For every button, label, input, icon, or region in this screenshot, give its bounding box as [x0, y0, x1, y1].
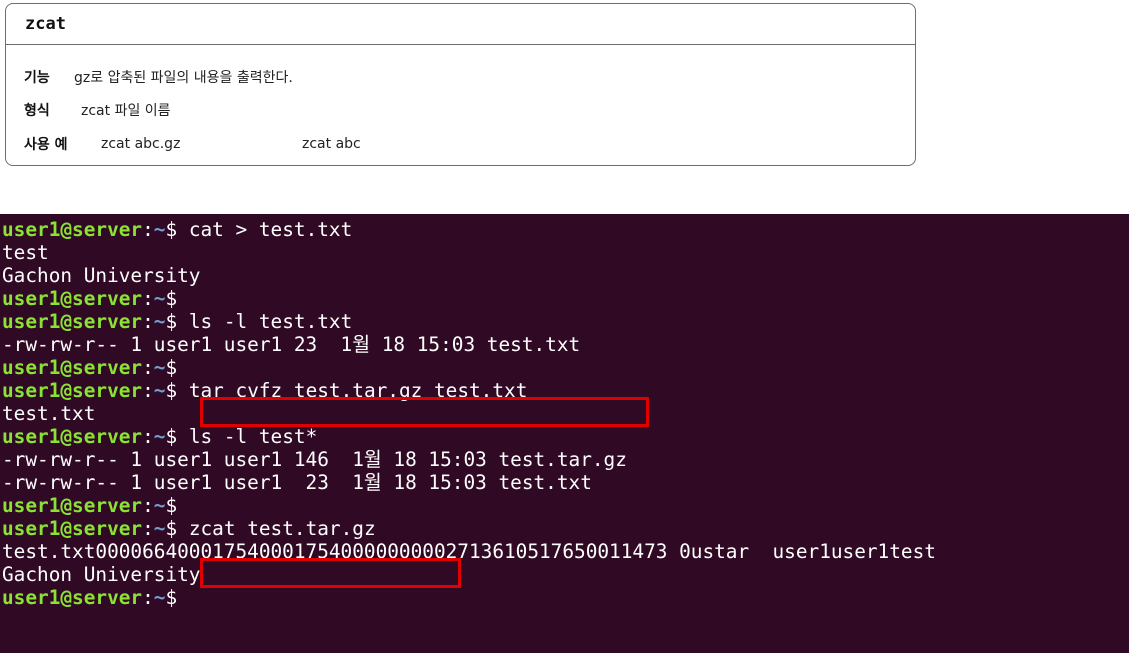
example-value-2-row: zcat abc — [302, 134, 361, 154]
output-text: test.txt00006640001754000175400000000027… — [2, 540, 936, 563]
prompt-colon: : — [142, 517, 154, 540]
prompt-colon: : — [142, 379, 154, 402]
prompt-colon: : — [142, 356, 154, 379]
command-text: ls -l test.txt — [177, 310, 353, 333]
prompt-sign: $ — [165, 379, 178, 402]
prompt-path: ~ — [153, 287, 166, 310]
terminal-output-line: -rw-rw-r-- 1 user1 user1 23 1월 18 15:03 … — [2, 333, 580, 356]
terminal-output-line: test.txt00006640001754000175400000000027… — [2, 540, 936, 563]
prompt-path: ~ — [153, 379, 166, 402]
command-text: zcat test.tar.gz — [177, 517, 376, 540]
output-text: Gachon University — [2, 563, 201, 586]
example-label: 사용 예 — [24, 137, 68, 153]
prompt-user: user1@server — [2, 517, 143, 540]
prompt-sign: $ — [165, 425, 178, 448]
output-text: test.txt — [2, 402, 96, 425]
command-reference-box: zcat 기능 gz로 압축된 파일의 내용을 출력한다. 형식 zcat 파일… — [5, 3, 916, 166]
prompt-colon: : — [142, 287, 154, 310]
prompt-sign: $ — [165, 310, 178, 333]
terminal-output-line: Gachon University — [2, 563, 200, 586]
format-value: zcat 파일 이름 — [81, 103, 171, 119]
function-row: 기능 gz로 압축된 파일의 내용을 출력한다. — [24, 67, 293, 87]
terminal-output-line: -rw-rw-r-- 1 user1 user1 23 1월 18 15:03 … — [2, 471, 592, 494]
highlight-zcat-command — [200, 558, 461, 588]
prompt-sign: $ — [165, 218, 178, 241]
format-label: 형식 — [24, 103, 50, 119]
prompt-colon: : — [142, 586, 154, 609]
command-reference-header: zcat — [6, 4, 915, 45]
command-text: cat > test.txt — [177, 218, 353, 241]
prompt-colon: : — [142, 494, 154, 517]
output-text: -rw-rw-r-- 1 user1 user1 146 1월 18 15:03… — [2, 448, 627, 471]
prompt-user: user1@server — [2, 425, 143, 448]
prompt-colon: : — [142, 310, 154, 333]
command-text: ls -l test* — [177, 425, 318, 448]
prompt-user: user1@server — [2, 586, 143, 609]
terminal-output-line: test.txt — [2, 402, 95, 425]
function-label: 기능 — [24, 70, 50, 86]
terminal-output-line: test — [2, 241, 49, 264]
prompt-sign: $ — [165, 356, 178, 379]
example-value-2: zcat abc — [302, 136, 361, 152]
prompt-colon: : — [142, 425, 154, 448]
prompt-path: ~ — [153, 517, 166, 540]
output-text: -rw-rw-r-- 1 user1 user1 23 1월 18 15:03 … — [2, 471, 592, 494]
output-text: Gachon University — [2, 264, 201, 287]
prompt-user: user1@server — [2, 287, 143, 310]
format-row: 형식 zcat 파일 이름 — [24, 100, 171, 120]
prompt-path: ~ — [153, 494, 166, 517]
output-text: -rw-rw-r-- 1 user1 user1 23 1월 18 15:03 … — [2, 333, 581, 356]
prompt-user: user1@server — [2, 356, 143, 379]
terminal-prompt-line: user1@server:~$ zcat test.tar.gz — [2, 517, 376, 540]
output-text: test — [2, 241, 49, 264]
terminal-prompt-line: user1@server:~$ cat > test.txt — [2, 218, 352, 241]
prompt-user: user1@server — [2, 379, 143, 402]
example-value-1: zcat abc.gz — [101, 136, 181, 152]
function-value: gz로 압축된 파일의 내용을 출력한다. — [74, 70, 293, 86]
prompt-user: user1@server — [2, 310, 143, 333]
example-row: 사용 예 zcat abc.gz — [24, 134, 180, 154]
prompt-user: user1@server — [2, 494, 143, 517]
prompt-path: ~ — [153, 218, 166, 241]
prompt-path: ~ — [153, 586, 166, 609]
prompt-path: ~ — [153, 356, 166, 379]
prompt-sign: $ — [165, 517, 178, 540]
terminal-prompt-line: user1@server:~$ ls -l test.txt — [2, 310, 352, 333]
highlight-tar-command — [200, 397, 649, 427]
terminal-prompt-line: user1@server:~$ ls -l test* — [2, 425, 317, 448]
prompt-user: user1@server — [2, 218, 143, 241]
terminal-output-line: Gachon University — [2, 264, 200, 287]
terminal-prompt-line: user1@server:~$ — [2, 356, 177, 379]
terminal-prompt-line: user1@server:~$ — [2, 287, 177, 310]
prompt-colon: : — [142, 218, 154, 241]
terminal-prompt-line: user1@server:~$ — [2, 586, 177, 609]
command-title: zcat — [25, 14, 66, 34]
terminal-window[interactable]: user1@server:~$ cat > test.txt test Gachon… — [0, 214, 1129, 653]
prompt-path: ~ — [153, 425, 166, 448]
prompt-sign: $ — [165, 494, 178, 517]
prompt-sign: $ — [165, 586, 178, 609]
prompt-sign: $ — [165, 287, 178, 310]
terminal-output-line: -rw-rw-r-- 1 user1 user1 146 1월 18 15:03… — [2, 448, 627, 471]
terminal-prompt-line: user1@server:~$ — [2, 494, 177, 517]
prompt-path: ~ — [153, 310, 166, 333]
